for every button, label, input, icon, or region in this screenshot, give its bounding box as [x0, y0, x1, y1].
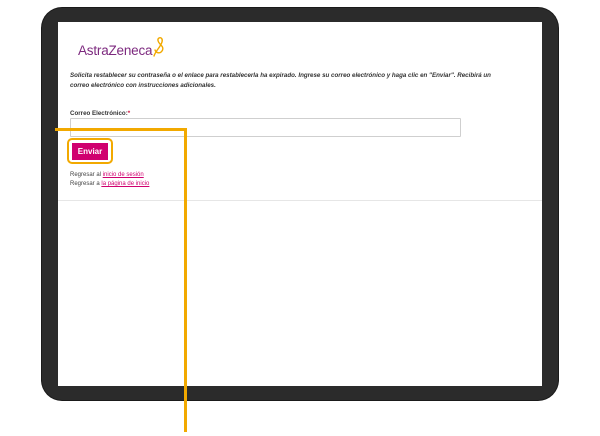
callout-leader-horizontal [55, 128, 186, 131]
required-asterisk: * [127, 110, 131, 117]
home-link[interactable]: la página de inicio [101, 181, 149, 187]
back-to-home-prefix: Regresar a [70, 181, 102, 187]
send-button[interactable]: Enviar [72, 143, 108, 160]
brand-name: AstraZeneca [78, 43, 153, 58]
astrazeneca-logo: AstraZeneca [78, 36, 165, 62]
callout-leader-vertical [184, 128, 187, 432]
content-divider [58, 200, 542, 201]
astrazeneca-mark-icon [153, 37, 164, 57]
login-link[interactable]: inicio de sesión [103, 172, 144, 178]
email-label-text: Correo Electrónico: [70, 110, 128, 117]
reset-instructions-text: Solicita restablecer su contraseña o el … [70, 72, 491, 89]
back-to-login-line: Regresar al inicio de sesión [70, 172, 144, 178]
email-label: Correo Electrónico:* [70, 110, 130, 117]
tablet-frame: AstraZeneca Solicita restablecer su cont… [42, 8, 558, 400]
back-to-home-line: Regresar a la página de inicio [70, 181, 149, 187]
app-screen: AstraZeneca Solicita restablecer su cont… [58, 22, 542, 386]
back-to-login-prefix: Regresar al [70, 172, 103, 178]
